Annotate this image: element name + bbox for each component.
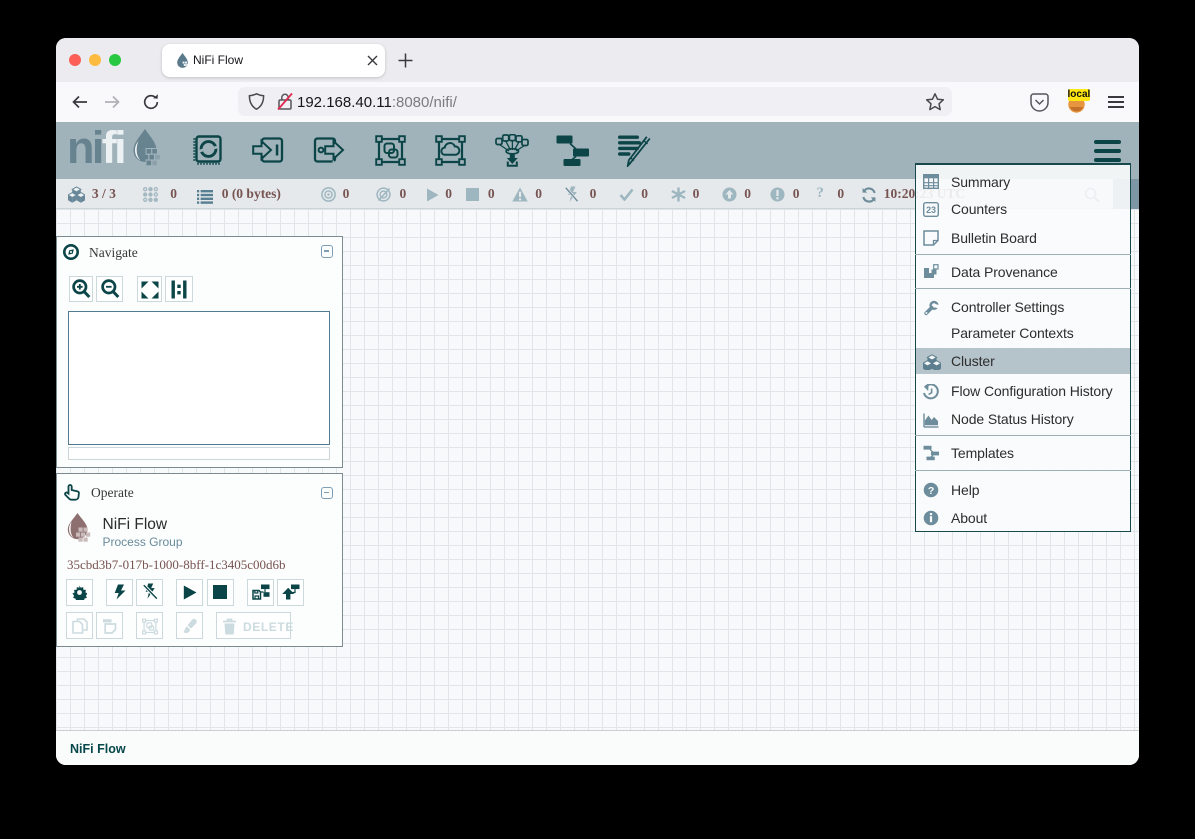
svg-text:?: ? xyxy=(927,485,933,497)
svg-text:23: 23 xyxy=(926,205,936,215)
